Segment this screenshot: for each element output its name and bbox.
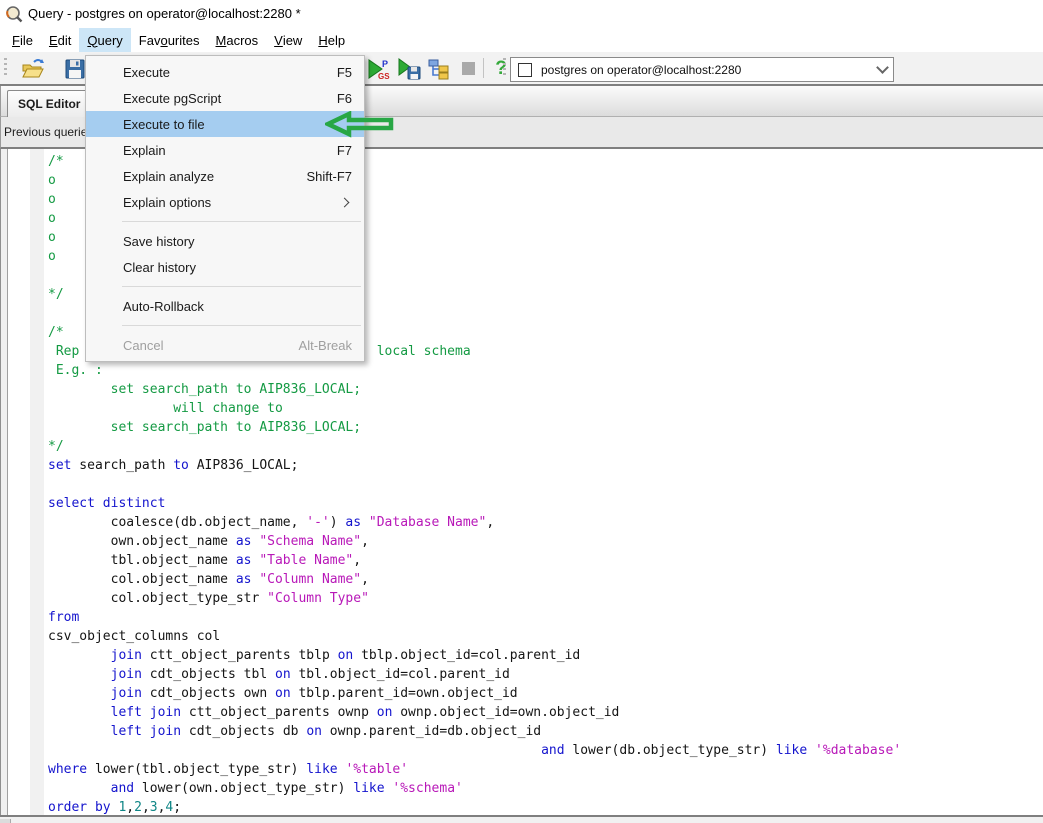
- menu-item-cancel[interactable]: Cancel Alt-Break: [86, 332, 364, 358]
- code-line: set search_path to AIP836_LOCAL;: [48, 456, 901, 475]
- menubar-item-query[interactable]: Query: [79, 28, 130, 52]
- code-line: E.g. :: [48, 361, 901, 380]
- code-line: left join ctt_object_parents ownp on own…: [48, 703, 901, 722]
- menu-bar: File Edit Query Favourites Macros View H…: [0, 28, 1043, 52]
- menubar-item-view[interactable]: View: [266, 28, 310, 52]
- editor-fold-margin: [30, 149, 44, 815]
- code-line: coalesce(db.object_name, '-') as "Databa…: [48, 513, 901, 532]
- code-line: where lower(tbl.object_type_str) like '%…: [48, 760, 901, 779]
- code-line: tbl.object_name as "Table Name",: [48, 551, 901, 570]
- cancel-query-button[interactable]: [455, 56, 481, 81]
- menu-separator: [122, 286, 361, 287]
- code-line: set search_path to AIP836_LOCAL;: [48, 380, 901, 399]
- code-line: select distinct: [48, 494, 901, 513]
- svg-text:GS: GS: [378, 72, 390, 81]
- floppy-disk-icon: [64, 58, 86, 80]
- menu-item-explain-analyze[interactable]: Explain analyze Shift-F7: [86, 163, 364, 189]
- title-bar: Query - postgres on operator@localhost:2…: [0, 0, 1043, 28]
- menubar-item-macros[interactable]: Macros: [208, 28, 267, 52]
- combo-dropdown-button[interactable]: [871, 58, 893, 81]
- code-line: will change to: [48, 399, 901, 418]
- menu-item-explain-options[interactable]: Explain options: [86, 189, 364, 215]
- menubar-item-favourites[interactable]: Favourites: [131, 28, 208, 52]
- code-line: and lower(db.object_type_str) like '%dat…: [48, 741, 901, 760]
- submenu-arrow-icon: [340, 197, 350, 207]
- menu-item-auto-rollback[interactable]: Auto-Rollback: [86, 293, 364, 319]
- connection-combo-value: postgres on operator@localhost:2280: [541, 63, 871, 77]
- tab-sql-editor[interactable]: SQL Editor: [7, 90, 91, 117]
- menubar-item-edit[interactable]: Edit: [41, 28, 79, 52]
- previous-queries-label: Previous queries: [4, 125, 93, 139]
- code-line: and lower(own.object_type_str) like '%sc…: [48, 779, 901, 798]
- query-menu-popup: Execute F5 Execute pgScript F6 Execute t…: [85, 55, 365, 362]
- menu-separator: [122, 221, 361, 222]
- code-line: from: [48, 608, 901, 627]
- menu-item-execute[interactable]: Execute F5: [86, 59, 364, 85]
- toolbar-separator: [483, 58, 484, 78]
- menubar-item-help[interactable]: Help: [310, 28, 353, 52]
- editor-left-border: [0, 149, 8, 815]
- execute-pgscript-button[interactable]: P GS: [366, 56, 392, 81]
- code-line: join ctt_object_parents tblp on tblp.obj…: [48, 646, 901, 665]
- query-tool-window: Query - postgres on operator@localhost:2…: [0, 0, 1043, 823]
- svg-text:P: P: [382, 59, 388, 69]
- connection-checkbox[interactable]: [518, 63, 532, 77]
- chevron-down-icon: [876, 61, 889, 74]
- toolbar-grip[interactable]: [4, 58, 7, 78]
- play-floppy-icon: [396, 57, 422, 81]
- code-line: col.object_name as "Column Name",: [48, 570, 901, 589]
- window-title: Query - postgres on operator@localhost:2…: [28, 6, 301, 21]
- code-line: csv_object_columns col: [48, 627, 901, 646]
- code-line: join cdt_objects own on tblp.parent_id=o…: [48, 684, 901, 703]
- code-line: col.object_type_str "Column Type": [48, 589, 901, 608]
- code-line: own.object_name as "Schema Name",: [48, 532, 901, 551]
- play-pgscript-icon: P GS: [366, 57, 392, 81]
- folder-open-icon: [21, 58, 45, 80]
- combo-grip[interactable]: [503, 58, 506, 78]
- menu-item-clear-history[interactable]: Clear history: [86, 254, 364, 280]
- execute-to-file-button[interactable]: [396, 56, 422, 81]
- annotation-arrow-left-icon: [325, 111, 395, 138]
- menu-separator: [122, 325, 361, 326]
- code-line: join cdt_objects tbl on tbl.object_id=co…: [48, 665, 901, 684]
- connection-combo[interactable]: postgres on operator@localhost:2280: [510, 57, 894, 82]
- menu-item-save-history[interactable]: Save history: [86, 228, 364, 254]
- explain-query-button[interactable]: [426, 56, 452, 81]
- menu-item-execute-pgscript[interactable]: Execute pgScript F6: [86, 85, 364, 111]
- menubar-item-file[interactable]: File: [4, 28, 41, 52]
- stop-square-icon: [462, 62, 475, 75]
- menu-item-explain[interactable]: Explain F7: [86, 137, 364, 163]
- code-line: set search_path to AIP836_LOCAL;: [48, 418, 901, 437]
- explain-tree-icon: [427, 58, 451, 80]
- code-line: left join cdt_objects db on ownp.parent_…: [48, 722, 901, 741]
- horizontal-scrollbar[interactable]: [0, 815, 1043, 823]
- magnifier-query-icon: [5, 5, 23, 23]
- code-line: order by 1,2,3,4;: [48, 798, 901, 815]
- scrollbar-left-button[interactable]: [0, 819, 11, 823]
- open-file-button[interactable]: [20, 56, 46, 81]
- code-line: [48, 475, 901, 494]
- code-line: */: [48, 437, 901, 456]
- menu-item-execute-to-file[interactable]: Execute to file: [86, 111, 364, 137]
